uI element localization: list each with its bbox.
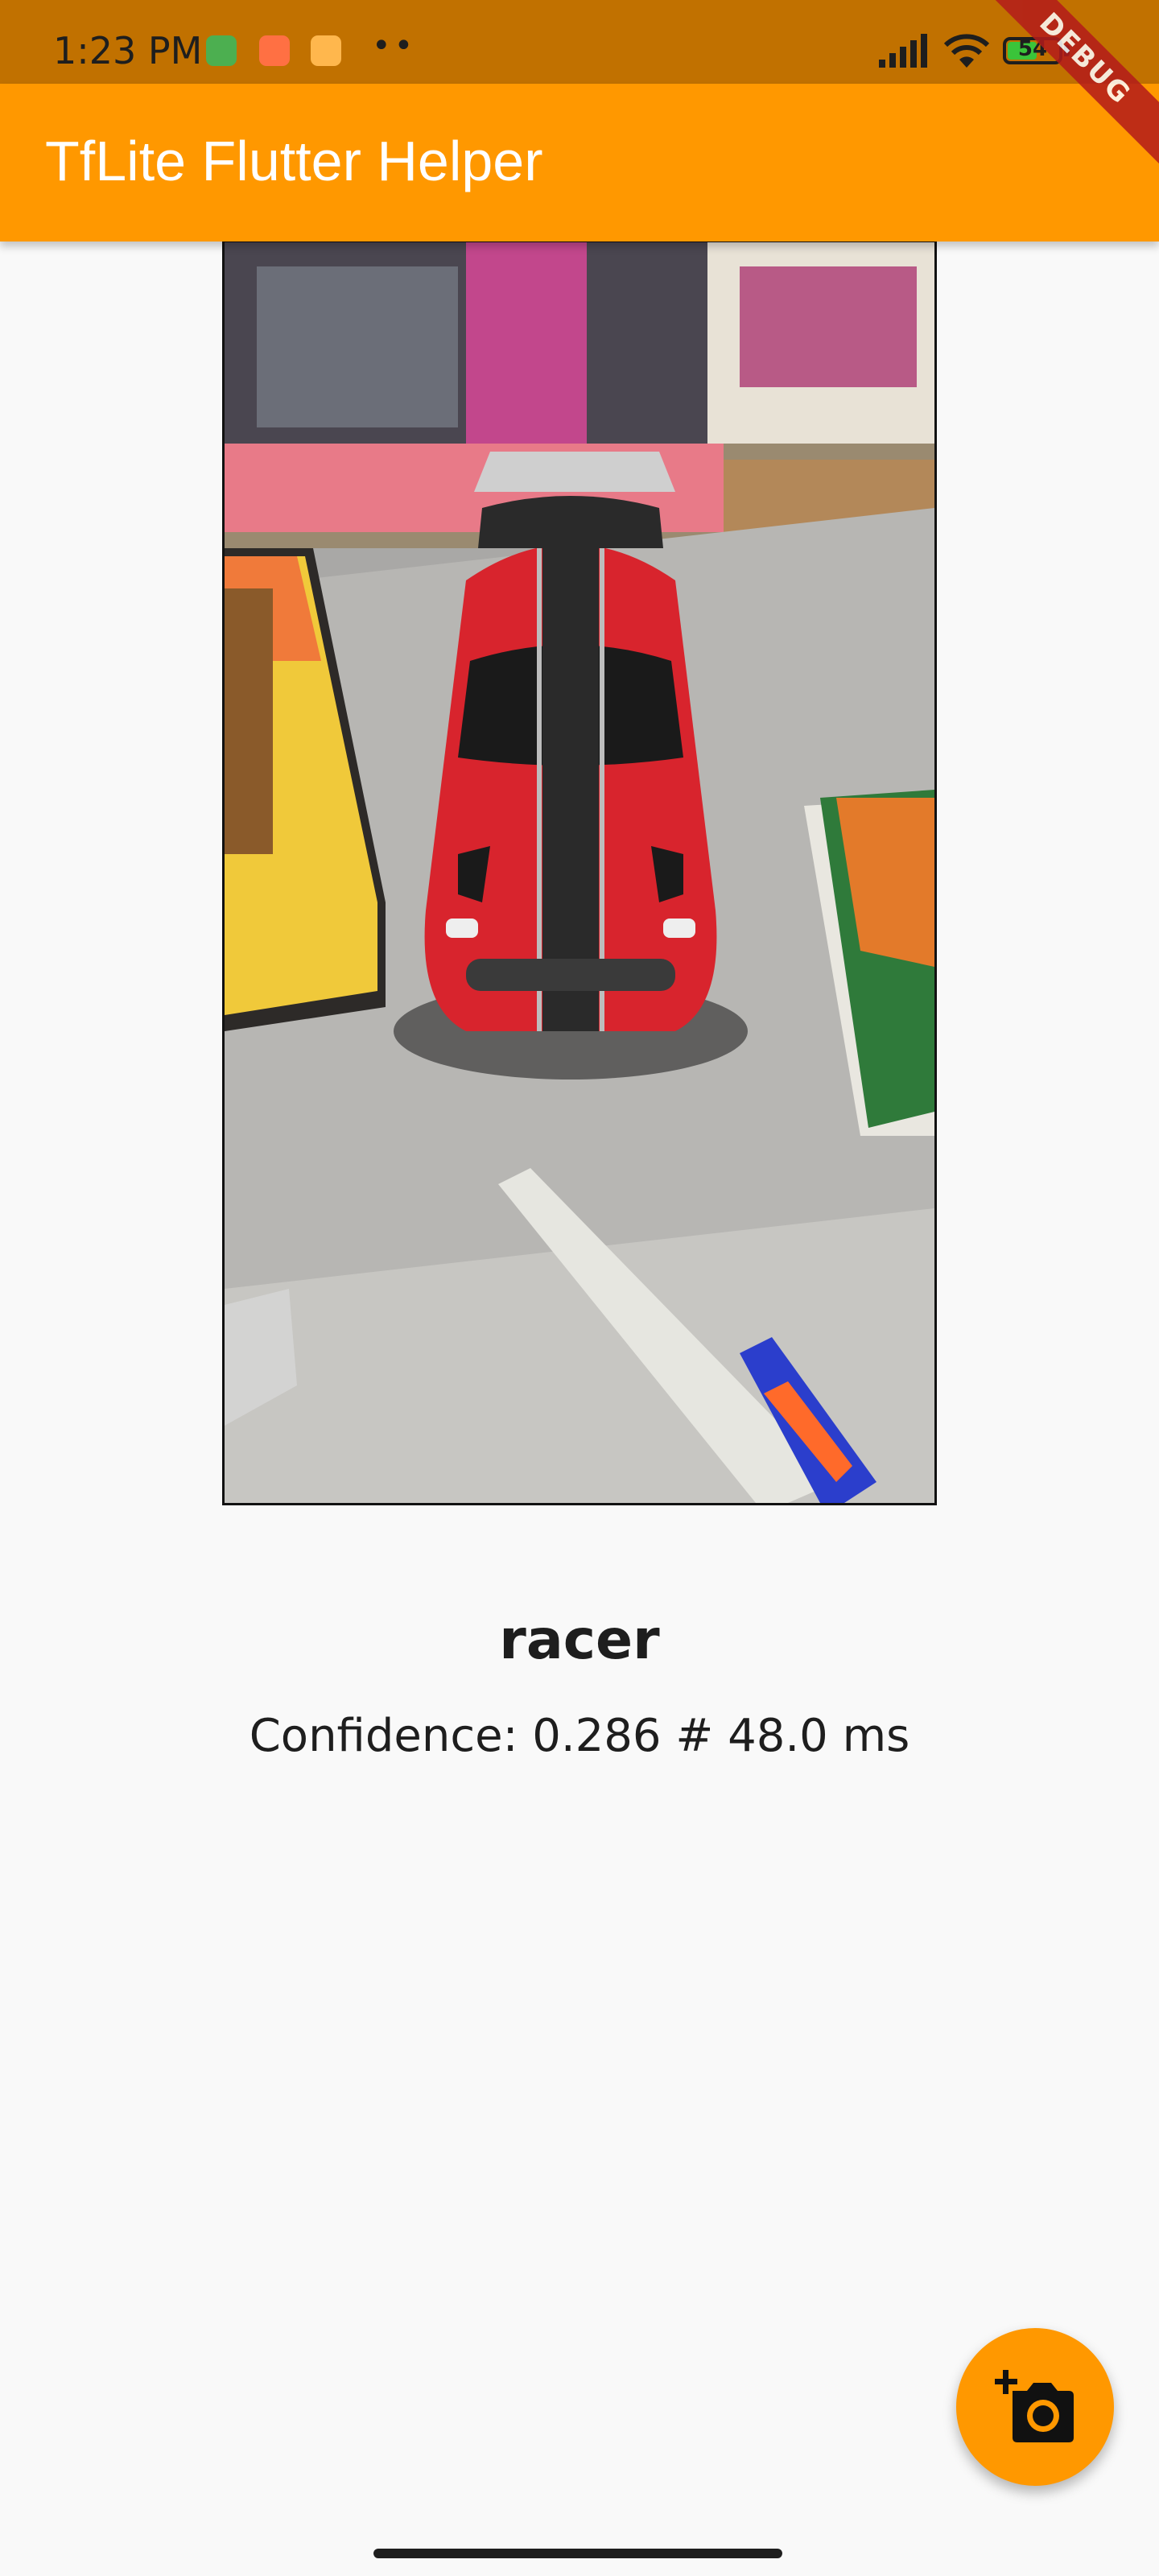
add-photo-fab[interactable] [956, 2328, 1114, 2486]
notification-app-yellow-icon [311, 35, 341, 66]
home-gesture-bar[interactable] [373, 2549, 782, 2558]
add-a-photo-icon [995, 2370, 1074, 2442]
status-time: 1:23 PM [53, 29, 203, 72]
signal-icon [879, 34, 927, 68]
result-confidence: Confidence: 0.286 # 48.0 ms [249, 1710, 910, 1762]
result-label: racer [499, 1608, 660, 1672]
notification-app-orange-icon [259, 35, 290, 66]
photo-illustration [225, 242, 934, 1503]
app-bar: TfLite Flutter Helper [0, 84, 1159, 242]
notification-app-green-icon [206, 35, 237, 66]
captured-photo [222, 240, 937, 1505]
app-title: TfLite Flutter Helper [45, 130, 543, 192]
wifi-icon [943, 34, 990, 68]
more-notifications-icon: •• [372, 27, 417, 64]
status-bar: 1:23 PM •• 54 [0, 0, 1159, 84]
